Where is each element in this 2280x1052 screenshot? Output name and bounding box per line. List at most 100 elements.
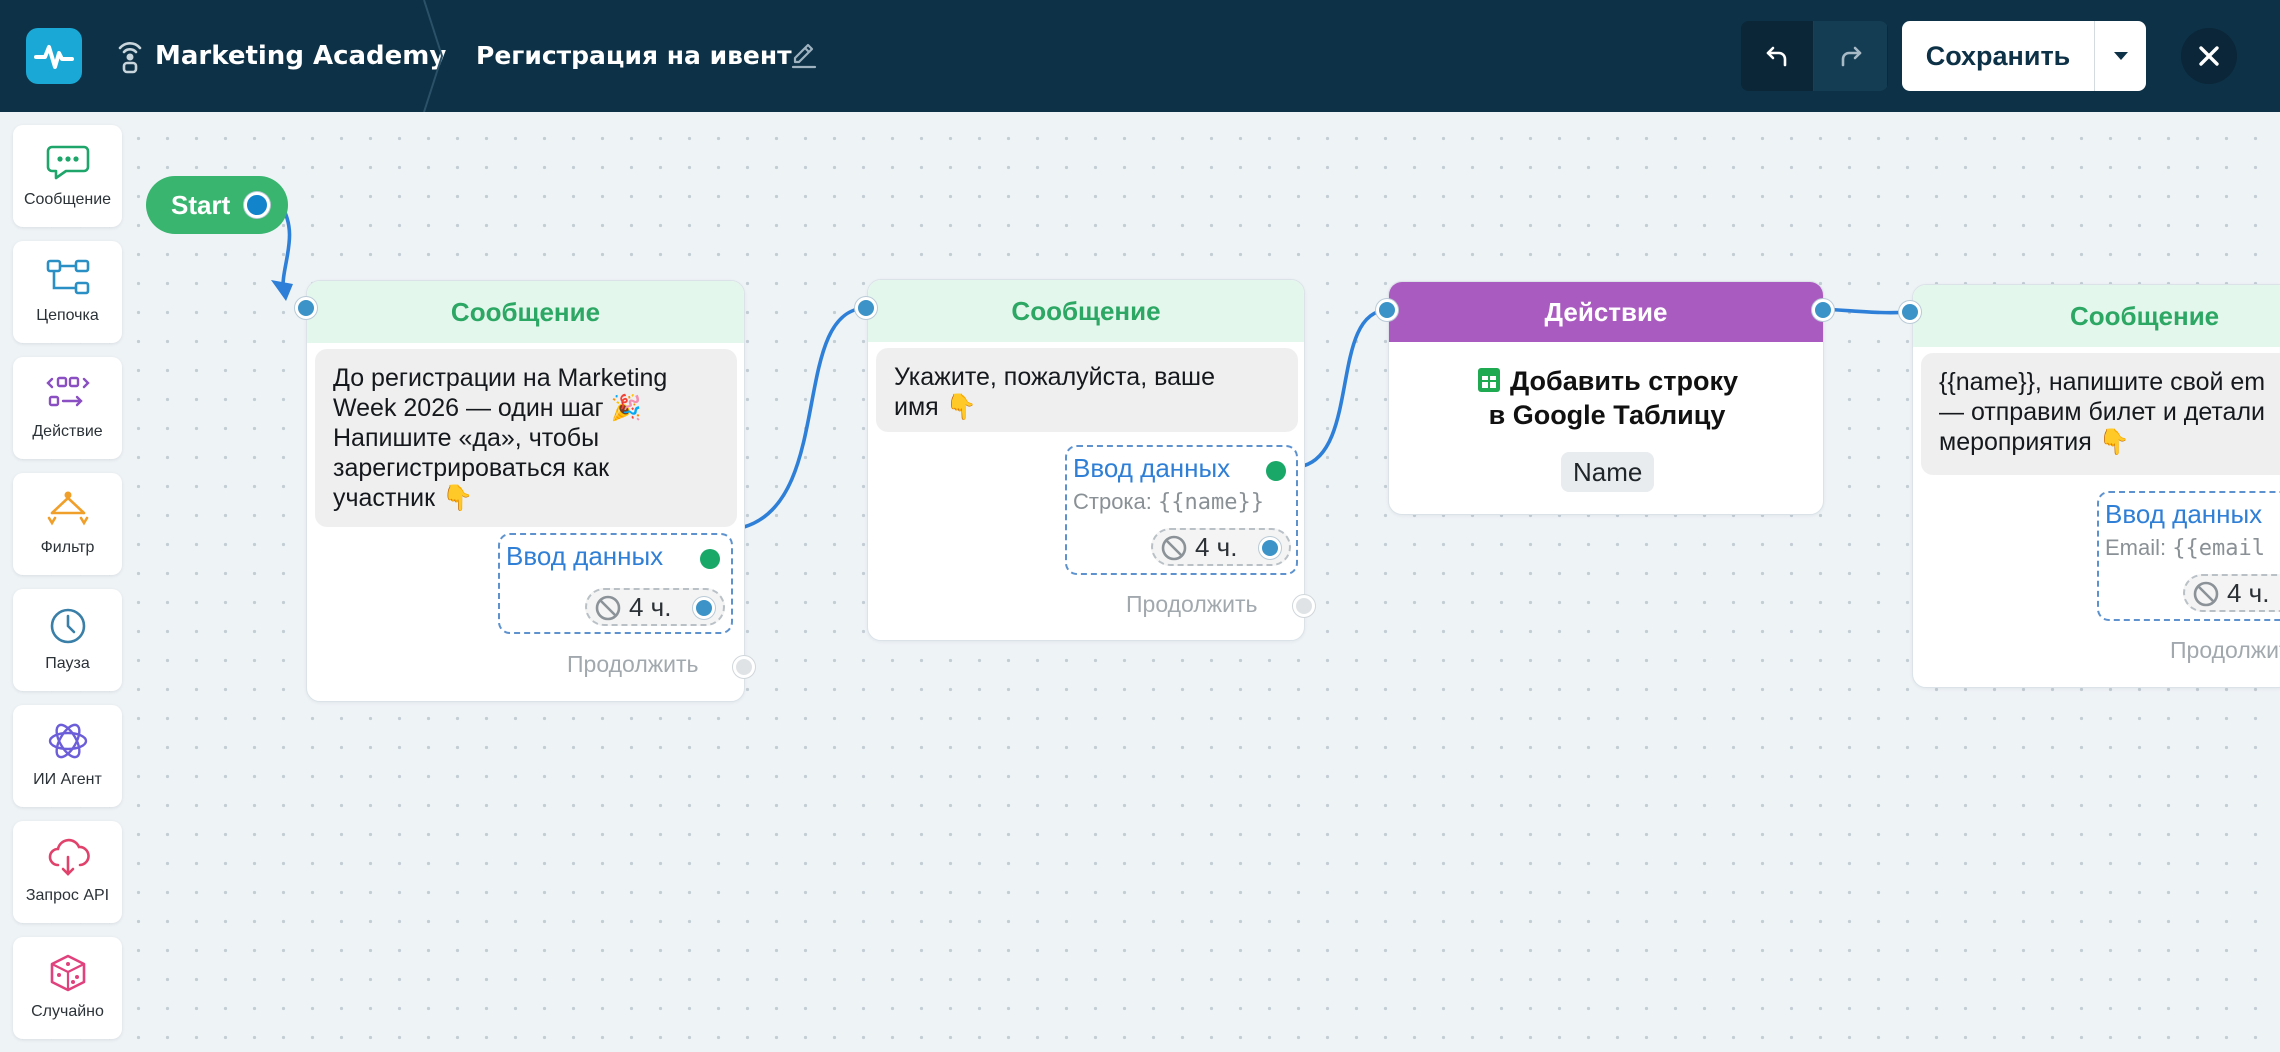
palette-label: Случайно [31,1003,104,1020]
input-block[interactable]: Ввод данных 4 ч. [498,533,733,634]
palette-item-action[interactable]: Действие [13,357,122,459]
message-line: {{name}}, напишите свой em [1939,368,2266,396]
no-entry-icon [1161,535,1187,561]
dice-icon [50,954,86,992]
message-line: мероприятия 👇 [1939,428,2130,456]
palette-label: Пауза [45,655,90,672]
continue-port[interactable] [733,656,755,678]
message-line: Напишите «да», чтобы [333,424,600,452]
history-controls [1741,21,1888,91]
action-node[interactable]: Действие Добавить строку в Google Таблиц… [1388,281,1824,515]
palette-label: ИИ Агент [33,771,102,788]
continue-label: Продолжить [2170,637,2280,663]
bot-name[interactable]: Marketing Academy [155,38,446,74]
redo-icon [1841,46,1861,67]
palette-label: Сообщение [23,191,112,208]
action-line: Добавить строку [1509,366,1739,396]
message-line: — отправим билет и детали [1939,398,2266,426]
input-port[interactable] [1376,299,1398,321]
input-title: Ввод данных [506,541,664,571]
palette-label: Запрос API [25,887,110,904]
variable-type: Строка: [1073,489,1152,514]
palette-item-filter[interactable]: Фильтр [13,473,122,575]
input-port[interactable] [1899,301,1921,323]
input-port[interactable] [295,297,317,319]
input-title: Ввод данных [1073,453,1231,483]
edit-pencil-icon[interactable] [789,40,819,70]
palette-item-pause[interactable]: Пауза [13,589,122,691]
variable-binding: Email: {{email [2105,535,2265,561]
clock-icon [50,608,86,644]
timeout-value: 4 ч. [2227,578,2270,608]
breadcrumb-separator-icon [423,0,444,112]
message-node[interactable]: Сообщение Укажите, пожалуйста, ваше имя … [867,279,1305,641]
undo-button[interactable] [1741,21,1814,91]
continue-label: Продолжить [1126,591,1258,617]
palette-item-api-request[interactable]: Запрос API [13,821,122,923]
close-button[interactable] [2181,28,2237,84]
palette-item-random[interactable]: Случайно [13,937,122,1039]
palette-label: Фильтр [40,539,95,556]
palette-item-ai-agent[interactable]: ИИ Агент [13,705,122,807]
message-line: зарегистрироваться как [333,454,610,482]
input-block[interactable]: Ввод данных Email: {{email 4 ч. [2097,491,2280,621]
cloud-api-icon [48,838,90,876]
action-line: в Google Таблицу [1488,400,1726,430]
variable-type: Email: [2105,535,2167,560]
redo-button[interactable] [1814,21,1887,91]
no-entry-icon [2193,581,2219,607]
save-button[interactable]: Сохранить [1902,21,2094,91]
ai-agent-icon [48,723,88,759]
app-logo-icon[interactable] [26,28,82,84]
input-port[interactable] [855,297,877,319]
palette-item-chain[interactable]: Цепочка [13,241,122,343]
message-node[interactable]: Сообщение До регистрации на Marketing We… [306,280,745,702]
message-node[interactable]: Сообщение {{name}}, напишите свой em — о… [1912,284,2280,688]
save-options-button[interactable] [2094,21,2146,91]
flow-title[interactable]: Регистрация на ивент [476,38,792,74]
variable-name: {{name}} [1158,490,1264,515]
action-icon [46,376,90,407]
output-port[interactable] [1812,299,1834,321]
timeout-pill[interactable]: 4 ч. [1151,528,1291,566]
field-chip[interactable]: Name [1561,452,1655,492]
timeout-port[interactable] [693,597,715,619]
message-line: Week 2026 — один шаг 🎉 [333,394,642,422]
node-header: Сообщение [1913,285,2280,347]
message-bubble[interactable]: {{name}}, напишите свой em — отправим би… [1921,353,2280,475]
timeout-value: 4 ч. [629,592,672,622]
node-header: Сообщение [868,280,1304,342]
message-line: участник 👇 [333,484,474,512]
timeout-port[interactable] [1259,537,1281,559]
palette-label: Цепочка [36,307,99,324]
filter-icon [47,491,89,526]
start-label: Start [171,190,231,220]
chat-bubble-icon [46,145,90,180]
input-title: Ввод данных [2105,499,2263,529]
start-output-port[interactable] [244,192,270,218]
timeout-pill[interactable]: 4 ч. [2183,574,2280,612]
message-line: До регистрации на Marketing [333,364,668,392]
chain-icon [46,259,90,295]
input-block[interactable]: Ввод данных Строка: {{name}} 4 ч. [1065,445,1298,575]
timeout-value: 4 ч. [1195,532,1238,562]
bot-broadcast-icon [115,38,145,74]
message-line: имя 👇 [894,393,977,421]
google-sheets-icon [1477,368,1500,392]
input-success-port[interactable] [700,549,720,569]
action-title: Добавить строку в Google Таблицу [1389,364,1823,432]
undo-icon [1766,46,1787,67]
message-bubble[interactable]: До регистрации на Marketing Week 2026 — … [315,349,737,527]
save-controls: Сохранить [1902,21,2146,91]
message-line: Укажите, пожалуйста, ваше [894,363,1215,391]
node-header: Сообщение [307,281,744,343]
top-bar: Marketing Academy Регистрация на ивент С… [0,0,2280,112]
message-bubble[interactable]: Укажите, пожалуйста, ваше имя 👇 [876,348,1298,432]
timeout-pill[interactable]: 4 ч. [585,588,725,626]
input-success-port[interactable] [1266,461,1286,481]
chevron-down-icon [2113,52,2128,60]
continue-port[interactable] [1293,595,1315,617]
no-entry-icon [595,595,621,621]
continue-label: Продолжить [567,651,699,677]
palette-item-message[interactable]: Сообщение [13,125,122,227]
